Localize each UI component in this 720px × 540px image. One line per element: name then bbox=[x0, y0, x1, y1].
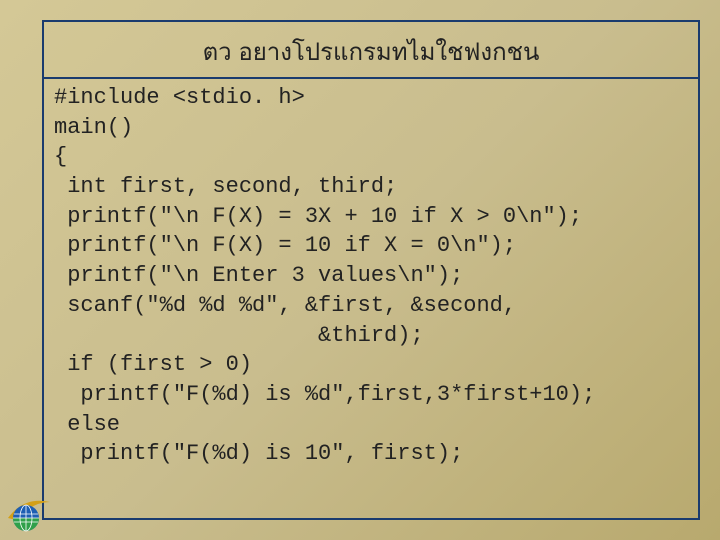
code-line: scanf("%d %d %d", &first, &second, bbox=[54, 293, 516, 318]
code-line: #include <stdio. h> bbox=[54, 85, 305, 110]
slide-title: ตว อยางโปรแกรมทไมใชฟงกชน bbox=[44, 22, 698, 77]
globe-swoosh-logo-icon bbox=[6, 488, 52, 534]
code-line: int first, second, third; bbox=[54, 174, 397, 199]
code-line: printf("F(%d) is %d",first,3*first+10); bbox=[54, 382, 595, 407]
code-line: printf("\n F(X) = 3X + 10 if X > 0\n"); bbox=[54, 204, 582, 229]
code-line: printf("\n F(X) = 10 if X = 0\n"); bbox=[54, 233, 516, 258]
code-block: #include <stdio. h> main() { int first, … bbox=[44, 79, 698, 477]
code-line: &third); bbox=[54, 323, 424, 348]
code-line: { bbox=[54, 144, 67, 169]
slide-frame: ตว อยางโปรแกรมทไมใชฟงกชน #include <stdio… bbox=[42, 20, 700, 520]
code-line: printf("F(%d) is 10", first); bbox=[54, 441, 463, 466]
code-line: printf("\n Enter 3 values\n"); bbox=[54, 263, 463, 288]
code-line: else bbox=[54, 412, 120, 437]
code-line: if (first > 0) bbox=[54, 352, 252, 377]
code-line: main() bbox=[54, 115, 133, 140]
